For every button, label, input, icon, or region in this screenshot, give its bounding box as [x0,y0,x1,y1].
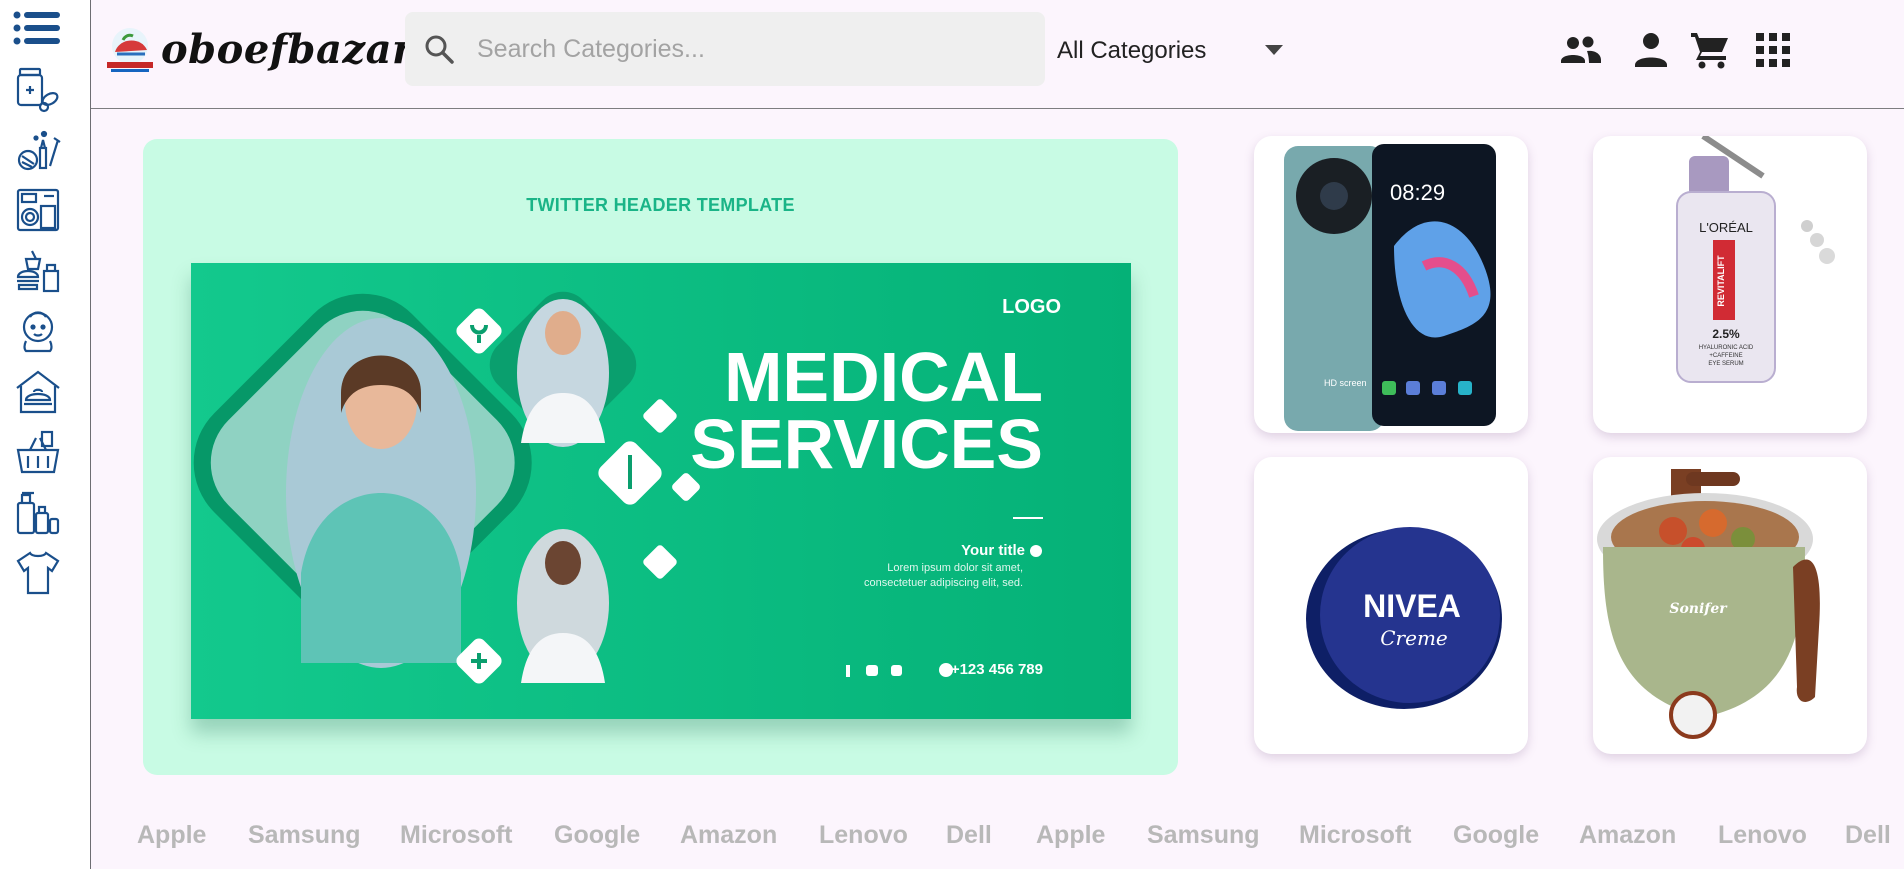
apps-grid-icon[interactable] [1752,29,1794,71]
account-switch-icon[interactable] [1559,29,1601,71]
serum-image: REVITALIFT L'ORÉAL 2.5% HYALURONIC ACID … [1676,136,1835,383]
baby-icon[interactable] [14,304,62,358]
serum-percent: 2.5% [1712,327,1740,341]
banner-body-1: Lorem ipsum dolor sit amet, [887,562,1023,574]
brand-samsung[interactable]: Samsung [248,821,361,850]
medical-services-banner-image: LOGO MEDICAL SERVICES Your title Lorem i… [191,263,1131,719]
product-card-nivea[interactable]: NIVEA Creme [1254,457,1528,754]
brand-amazon[interactable]: Amazon [680,821,777,850]
brand-apple[interactable]: Apple [1036,821,1105,850]
serum-line: REVITALIFT [1716,255,1726,307]
doctor-man-image [517,299,609,447]
product-card-electric-pot[interactable]: Sonifer [1593,457,1867,754]
category-select-label: All Categories [1057,37,1207,64]
electric-pot-image: Sonifer [1597,469,1820,739]
serum-desc-3: EYE SERUM [1708,361,1743,367]
serum-desc-2: +CAFFEINE [1709,353,1742,359]
banner-logo-text: LOGO [1002,296,1061,318]
bottles-icon[interactable] [14,486,62,540]
doctor-man-2-image [517,529,609,683]
food-drink-icon[interactable] [14,244,62,298]
site-name: oboefbazar [161,25,414,73]
search-bar [405,12,1045,86]
doctor-woman-image [286,318,476,668]
appliances-icon[interactable] [14,183,62,237]
top-header: oboefbazar All Categories [91,0,1904,109]
pot-brand: Sonifer [1669,601,1728,617]
brand-apple[interactable]: Apple [137,821,206,850]
search-input[interactable] [477,34,1037,64]
smartphone-image: 08:29 HD screen [1284,144,1496,431]
banner-caption: TWITTER HEADER TEMPLATE [526,195,795,215]
brand-dell[interactable]: Dell [946,821,992,850]
grocery-basket-icon[interactable] [14,425,62,479]
banner-phone: +123 456 789 [951,661,1043,678]
brand-amazon[interactable]: Amazon [1579,821,1676,850]
tshirt-icon[interactable] [14,546,62,600]
banner-headline-2: SERVICES [690,405,1043,483]
brand-google[interactable]: Google [1453,821,1539,850]
nivea-creme-image: NIVEA Creme [1306,527,1502,709]
banner-body-2: consectetuer adipiscing elit, sed. [864,577,1023,589]
product-card-smartphone[interactable]: 08:29 HD screen [1254,136,1528,433]
category-sidebar [0,0,91,869]
chevron-down-icon [1265,45,1283,55]
site-logo[interactable]: oboefbazar [103,24,414,74]
serum-brand: L'ORÉAL [1699,220,1753,235]
menu-icon[interactable] [13,10,61,46]
brand-google[interactable]: Google [554,821,640,850]
search-icon[interactable] [423,33,455,65]
logo-emblem [107,28,153,72]
brand-samsung[interactable]: Samsung [1147,821,1260,850]
banner-your-title: Your title [961,542,1025,559]
brand-microsoft[interactable]: Microsoft [1299,821,1412,850]
brand-microsoft[interactable]: Microsoft [400,821,513,850]
brand-lenovo[interactable]: Lenovo [1718,821,1807,850]
home-kitchen-icon[interactable] [14,365,62,419]
pills-bottle-icon[interactable] [14,62,62,116]
makeup-icon[interactable] [14,123,62,177]
cart-icon[interactable] [1689,29,1731,71]
brand-strip: Apple Samsung Microsoft Google Amazon Le… [91,805,1904,865]
nivea-sub: Creme [1380,626,1448,650]
phone-screen-label: HD screen [1324,378,1367,388]
serum-desc-1: HYALURONIC ACID [1699,345,1754,351]
product-card-serum[interactable]: REVITALIFT L'ORÉAL 2.5% HYALURONIC ACID … [1593,136,1867,433]
promo-banner[interactable]: TWITTER HEADER TEMPLATE LOGO MEDICAL SER… [143,139,1178,775]
category-select[interactable]: All Categories [1057,31,1287,71]
phone-time: 08:29 [1390,180,1445,205]
user-icon[interactable] [1630,29,1672,71]
nivea-brand: NIVEA [1363,588,1461,624]
brand-dell[interactable]: Dell [1845,821,1891,850]
brand-lenovo[interactable]: Lenovo [819,821,908,850]
